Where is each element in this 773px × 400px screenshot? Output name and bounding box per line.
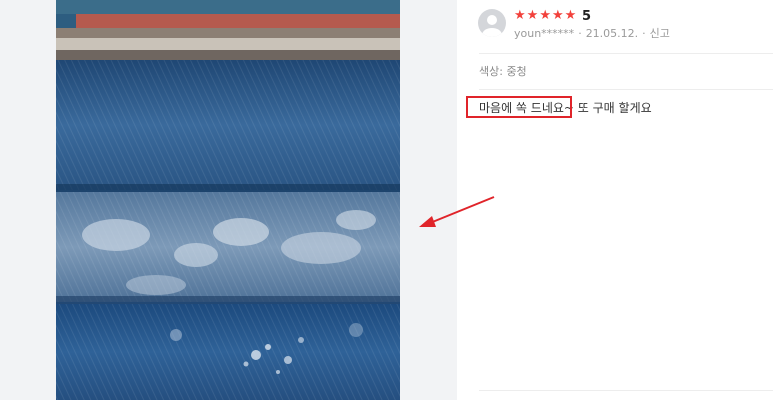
annotation-arrow-icon bbox=[419, 196, 495, 227]
